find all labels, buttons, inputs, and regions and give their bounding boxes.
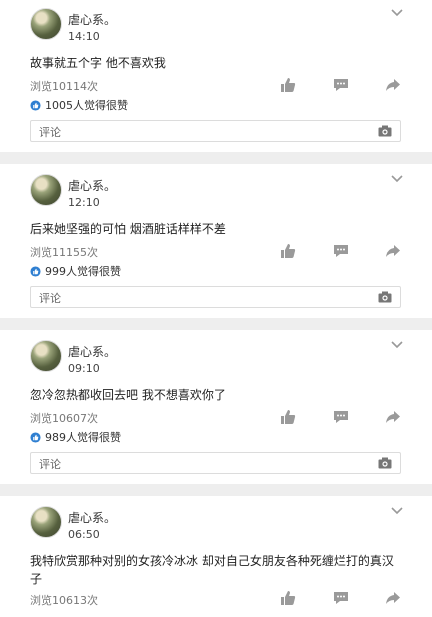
comment-placeholder: 评论: [39, 458, 61, 471]
post-divider: [0, 152, 432, 164]
post-divider: [0, 318, 432, 330]
like-summary[interactable]: 989人觉得很赞: [30, 429, 121, 445]
view-count: 浏览10613次: [30, 594, 98, 607]
post-content: 故事就五个字 他不喜欢我: [30, 56, 166, 70]
post-time: 06:50: [68, 528, 100, 541]
chevron-down-icon[interactable]: [390, 174, 404, 184]
author-name[interactable]: 虐心系。: [68, 509, 116, 526]
post-divider: [0, 484, 432, 496]
chevron-down-icon[interactable]: [390, 8, 404, 18]
camera-icon[interactable]: [378, 457, 392, 469]
author-name[interactable]: 虐心系。: [68, 177, 116, 194]
thumbs-up-icon[interactable]: [280, 243, 296, 259]
post-time: 09:10: [68, 362, 100, 375]
post-actions: [280, 409, 405, 425]
view-count: 浏览10607次: [30, 412, 98, 425]
like-count: 1005人觉得很赞: [45, 99, 128, 112]
view-count: 浏览11155次: [30, 246, 98, 259]
comment-icon[interactable]: [333, 243, 349, 259]
thumbs-up-badge-icon: [30, 100, 41, 111]
post-actions: [280, 243, 405, 259]
feed: 虐心系。 14:10 故事就五个字 他不喜欢我 浏览10114次 1005人觉得…: [0, 0, 432, 617]
view-count: 浏览10114次: [30, 80, 98, 93]
avatar[interactable]: [30, 8, 62, 40]
post-content: 后来她坚强的可怕 烟酒脏话样样不差: [30, 222, 226, 236]
avatar[interactable]: [30, 340, 62, 372]
comment-input[interactable]: 评论: [30, 286, 401, 308]
post-content: 我特欣赏那种对别的女孩冷冰冰 却对自己女朋友各种死缠烂打的真汉子: [30, 554, 394, 586]
comment-placeholder: 评论: [39, 126, 61, 139]
thumbs-up-badge-icon: [30, 432, 41, 443]
post-time: 12:10: [68, 196, 100, 209]
thumbs-up-icon[interactable]: [280, 77, 296, 93]
share-icon[interactable]: [385, 590, 401, 606]
comment-input[interactable]: 评论: [30, 452, 401, 474]
thumbs-up-icon[interactable]: [280, 409, 296, 425]
comment-input[interactable]: 评论: [30, 120, 401, 142]
chevron-down-icon[interactable]: [390, 506, 404, 516]
comment-icon[interactable]: [333, 409, 349, 425]
share-icon[interactable]: [385, 77, 401, 93]
author-name[interactable]: 虐心系。: [68, 343, 116, 360]
like-summary[interactable]: 1005人觉得很赞: [30, 97, 128, 113]
post-actions: [280, 590, 405, 606]
comment-icon[interactable]: [333, 590, 349, 606]
chevron-down-icon[interactable]: [390, 340, 404, 350]
camera-icon[interactable]: [378, 125, 392, 137]
share-icon[interactable]: [385, 243, 401, 259]
post-content: 忽冷忽热都收回去吧 我不想喜欢你了: [30, 388, 226, 402]
like-summary[interactable]: 999人觉得很赞: [30, 263, 121, 279]
post-actions: [280, 77, 405, 93]
avatar[interactable]: [30, 506, 62, 538]
author-name[interactable]: 虐心系。: [68, 11, 116, 28]
comment-icon[interactable]: [333, 77, 349, 93]
comment-placeholder: 评论: [39, 292, 61, 305]
post-time: 14:10: [68, 30, 100, 43]
share-icon[interactable]: [385, 409, 401, 425]
camera-icon[interactable]: [378, 291, 392, 303]
like-count: 999人觉得很赞: [45, 265, 121, 278]
thumbs-up-icon[interactable]: [280, 590, 296, 606]
thumbs-up-badge-icon: [30, 266, 41, 277]
like-count: 989人觉得很赞: [45, 431, 121, 444]
avatar[interactable]: [30, 174, 62, 206]
